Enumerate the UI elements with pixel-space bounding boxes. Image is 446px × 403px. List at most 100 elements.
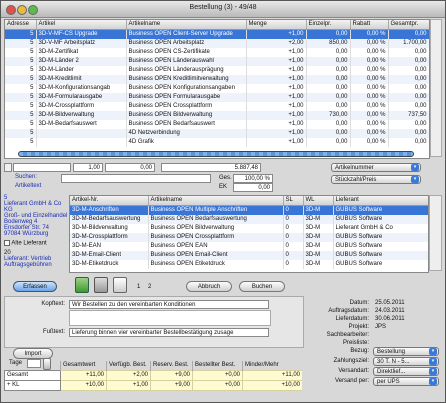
fusstext-field[interactable]: Lieferung binnen vier vereinbarter Beste…: [69, 328, 269, 337]
table-row[interactable]: 3D-M-Email-Client Business OPEN Email-Cli…: [70, 251, 428, 260]
article-entry-field[interactable]: [13, 163, 71, 172]
table-cell: 0,00: [388, 84, 429, 93]
supplier-scrollbar[interactable]: [429, 195, 442, 271]
price-entry-field[interactable]: 0,00: [105, 163, 155, 172]
qty-entry-field[interactable]: 1,00: [73, 163, 103, 172]
table-cell: 5: [5, 57, 37, 66]
trash-icon[interactable]: [94, 277, 108, 293]
table-cell: GUBUS Software: [333, 242, 428, 251]
bezug-select[interactable]: Bestellung ▾: [373, 347, 439, 356]
status-select[interactable]: Stückzahl/Preis ▾: [331, 175, 421, 184]
col-header: Verfügb. Best.: [106, 361, 151, 371]
table-row[interactable]: 5 3D-M-Konfigurationsangab Business OPEN K…: [5, 84, 429, 93]
col-header: Reserv. Best.: [150, 361, 193, 371]
alt-supplier-label: Alte Lieferant: [11, 240, 47, 247]
supplier-line: Lieferant GmbH & Co KG: [4, 201, 62, 213]
col-header[interactable]: Artikelname: [126, 20, 247, 30]
table-row[interactable]: 5 4D Grafik +1,00 0,00 0,00 % 0,00: [5, 138, 429, 147]
article-text-label: Artikeltext: [15, 183, 42, 189]
vertical-scrollbar[interactable]: [430, 19, 442, 157]
sort-select[interactable]: Artikelnummer ▾: [331, 163, 421, 172]
discount-field[interactable]: 100,00 %: [233, 174, 273, 183]
table-cell: Business OPEN EAN: [148, 242, 284, 251]
table-cell: 5: [5, 129, 37, 138]
table-cell: 0,00: [306, 138, 351, 147]
table-cell: 0,00: [306, 57, 351, 66]
order-window: Bestellung (3) - 49/48 Adresse Artikel Art…: [0, 0, 446, 403]
table-cell: 0,00 %: [350, 29, 389, 39]
table-cell: 0,00: [388, 120, 429, 129]
table-row[interactable]: 5 3D-V-MF-CS Upgrade Business OPEN Client-…: [5, 29, 429, 39]
alt-supplier-checkbox[interactable]: [4, 240, 10, 246]
table-row[interactable]: 3D-M-Bildverwaltung Business OPEN Bildver…: [70, 224, 428, 233]
table-row[interactable]: 5 3D-M-Bedarfsauswert Business OPEN Bedarf…: [5, 120, 429, 129]
col-header[interactable]: Adresse: [5, 20, 37, 30]
table-row[interactable]: 5 3D-M-Länder Business OPEN Länderausprägu…: [5, 66, 429, 75]
currency-field: 0,00: [233, 183, 273, 192]
col-header: Minder/Mehr: [242, 361, 302, 371]
table-row[interactable]: 5 3D-M-Zertifikat Business OPEN CS-Zertifi…: [5, 48, 429, 57]
table-row[interactable]: 5 3D-M-Crossplattform Business OPEN Crossp…: [5, 102, 429, 111]
table-row[interactable]: 5 4D Netzverbindung +1,00 0,00 0,00 % 0,00: [5, 129, 429, 138]
table-cell: 850,00: [306, 39, 351, 48]
table-cell: +1,00: [246, 48, 307, 57]
scroll-thumb[interactable]: [18, 151, 414, 157]
table-row[interactable]: 3D-M-EAN Business OPEN EAN 0 3D-M GUBUS Soft…: [70, 242, 428, 251]
col-header[interactable]: Lieferant: [333, 196, 428, 206]
col-header[interactable]: WL: [303, 196, 334, 206]
abbruch-button[interactable]: Abbruch: [186, 281, 232, 292]
table-cell: 0,00: [388, 66, 429, 75]
table-cell: 0: [283, 260, 304, 269]
table-row[interactable]: 5 3D-M-Kreditlimit Business OPEN Kreditlim…: [5, 75, 429, 84]
datum-label: Datum:: [349, 300, 369, 306]
table-cell: 0,00 %: [350, 84, 389, 93]
table-cell: +1,00: [246, 57, 307, 66]
versand-select[interactable]: per UPS ▾: [373, 377, 439, 386]
totals-cell[interactable]: Gesamt: [4, 370, 61, 381]
col-header[interactable]: Menge: [246, 20, 307, 30]
table-cell: 3D-M-Konfigurationsangab: [36, 84, 127, 93]
table-cell: Business OPEN Crossplattform: [126, 102, 247, 111]
table-cell: 0: [283, 224, 304, 233]
table-cell: Business OPEN Bedarfsauswertung: [148, 215, 284, 224]
col-header[interactable]: Artikel-Nr.: [70, 196, 149, 206]
table-cell: 0,00 %: [350, 111, 389, 120]
page-indicator-2: 2: [148, 284, 152, 290]
buchen-button[interactable]: Buchen: [239, 281, 285, 292]
kopftext-field[interactable]: Wir Bestellen zu den vereinbarten Kondit…: [69, 300, 269, 309]
document-icon[interactable]: [75, 277, 89, 293]
lieferdatum-label: Lieferdatum:: [335, 316, 369, 322]
table-cell: 5: [5, 120, 37, 129]
versandart-select[interactable]: Direktlief... ▾: [373, 367, 439, 376]
table-row[interactable]: 3D-M-Anschriften Business OPEN Multiple A…: [70, 205, 428, 215]
col-header[interactable]: Rabatt: [350, 20, 389, 30]
table-cell: +1,00: [246, 93, 307, 102]
totals-cell[interactable]: + KL: [4, 380, 61, 391]
col-header[interactable]: Artikelname: [148, 196, 284, 206]
col-header[interactable]: Artikel: [36, 20, 127, 30]
zahlungsziel-select[interactable]: 30 T. N - 5... ▾: [373, 357, 439, 366]
table-row[interactable]: 5 3D-V-MF Arbeitsplatz Business OPEN Arbei…: [5, 39, 429, 48]
col-header[interactable]: Gesamtpr.: [388, 20, 429, 30]
table-row[interactable]: 3D-M-Etiketdruck Business OPEN Etiketdruc…: [70, 260, 428, 269]
col-header[interactable]: Einzelpr.: [306, 20, 351, 30]
col-header[interactable]: SL: [283, 196, 304, 206]
erfassen-button[interactable]: Erfassen: [13, 281, 57, 292]
table-cell: 0,00: [306, 129, 351, 138]
col-header: Gesamtwert: [60, 361, 107, 371]
table-cell: 0,00: [388, 57, 429, 66]
table-cell: Business OPEN CS-Zertifikate: [126, 48, 247, 57]
print-icon[interactable]: [113, 277, 127, 293]
search-field[interactable]: [61, 174, 211, 183]
table-row[interactable]: 3D-M-Crossplattform Business OPEN Crosspl…: [70, 233, 428, 242]
table-row[interactable]: 3D-M-Bedarfsauswertung Business OPEN Beda…: [70, 215, 428, 224]
horizontal-scrollbar[interactable]: [6, 151, 426, 157]
table-cell: 5: [5, 93, 37, 102]
kopftext-area[interactable]: [69, 310, 271, 326]
table-cell: Business OPEN Länderauswahl: [126, 57, 247, 66]
table-row[interactable]: 5 3D-M-Bildverwaltung Business OPEN Bildve…: [5, 111, 429, 120]
totals-cell: +1,00: [106, 380, 151, 391]
table-cell: 3D-M-EAN: [70, 242, 149, 251]
table-row[interactable]: 5 3D-M-Länder 2 Business OPEN Länderauswah…: [5, 57, 429, 66]
table-row[interactable]: 5 3D-M-Formularausgabe Business OPEN Formu…: [5, 93, 429, 102]
